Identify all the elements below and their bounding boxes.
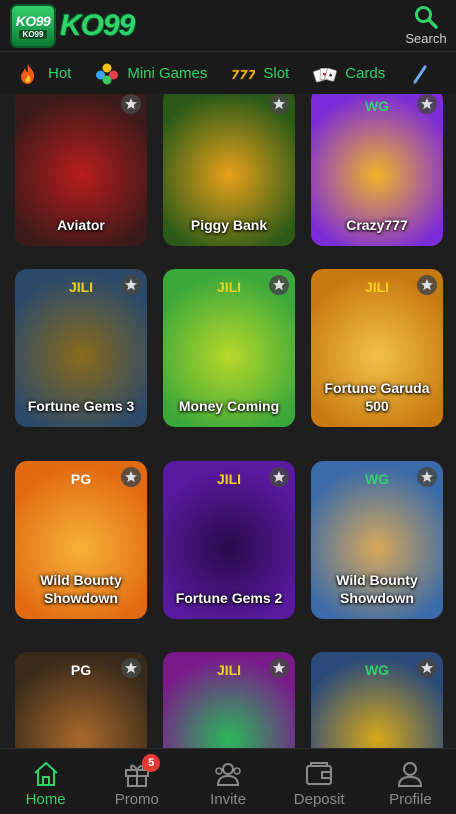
nav-label: Home	[25, 791, 66, 808]
home-icon	[33, 762, 58, 786]
logo-text: KO99	[60, 9, 135, 42]
game-title: Piggy Bank	[190, 217, 268, 233]
favorite-star-button[interactable]	[269, 467, 289, 487]
favorite-star-button[interactable]	[269, 658, 289, 678]
star-icon	[421, 662, 433, 674]
nav-profile[interactable]: Profile	[365, 749, 456, 814]
invite-icon	[215, 763, 241, 786]
tab-label: Mini Games	[127, 65, 208, 82]
star-icon	[273, 662, 285, 674]
header: KO99 KO99 KO99 Search	[0, 0, 456, 52]
svg-text:♠: ♠	[329, 72, 333, 79]
game-title: Aviator	[57, 217, 105, 233]
star-icon	[273, 279, 285, 291]
tab-mini-games[interactable]: Mini Games	[95, 63, 207, 85]
app: KO99 KO99 KO99 Search Hot Mini Games 777…	[0, 0, 456, 814]
tab-more[interactable]	[409, 63, 441, 85]
wallet-icon	[306, 762, 333, 785]
favorite-star-button[interactable]	[417, 275, 437, 295]
game-card[interactable]: JILI Money Coming	[163, 269, 295, 427]
nav-deposit[interactable]: Deposit	[274, 749, 365, 814]
game-card[interactable]: PG	[15, 652, 147, 748]
game-card[interactable]: JILI	[163, 652, 295, 748]
star-icon	[273, 471, 285, 483]
logo-badge-subtext: KO99	[18, 30, 48, 39]
logo[interactable]: KO99 KO99 KO99	[10, 4, 135, 48]
game-card[interactable]: WG	[311, 652, 443, 748]
favorite-star-button[interactable]	[417, 94, 437, 114]
game-grid: Aviator Piggy Bank WG Crazy777 JILI Fortune G…	[0, 94, 456, 748]
nav-invite[interactable]: Invite	[182, 749, 273, 814]
balls-icon	[95, 63, 119, 85]
star-icon	[421, 98, 433, 110]
logo-badge-text: KO99	[15, 13, 51, 29]
game-title: Fortune Gems 3	[27, 398, 135, 414]
game-card[interactable]: JILI Fortune Gems 2	[163, 461, 295, 619]
star-icon	[273, 98, 285, 110]
search-label: Search	[405, 31, 447, 46]
tab-slot[interactable]: 777 Slot	[231, 63, 289, 85]
star-icon	[125, 279, 137, 291]
tab-cards[interactable]: ♥ ♠ Cards	[313, 63, 385, 85]
nav-label: Deposit	[293, 791, 345, 808]
nav-label: Profile	[389, 791, 432, 808]
sport-icon	[409, 63, 433, 85]
favorite-star-button[interactable]	[417, 658, 437, 678]
flame-icon	[16, 63, 40, 85]
bottom-nav: Home 5 Promo Invite Deposit Profile	[0, 748, 456, 814]
svg-text:♥: ♥	[323, 71, 327, 78]
star-icon	[125, 471, 137, 483]
game-title: Wild Bounty Showdown	[336, 572, 418, 606]
search-icon	[415, 6, 438, 29]
promo-badge: 5	[142, 754, 161, 772]
game-card[interactable]: Piggy Bank	[163, 94, 295, 246]
nav-label: Promo	[114, 791, 159, 808]
game-title: Fortune Garuda 500	[324, 380, 430, 414]
tab-label: Slot	[263, 65, 290, 82]
game-card[interactable]: WG Wild Bounty Showdown	[311, 461, 443, 619]
profile-icon	[398, 762, 423, 787]
star-icon	[421, 279, 433, 291]
svg-text:777: 777	[231, 67, 255, 81]
game-title: Money Coming	[178, 398, 280, 414]
cards-icon: ♥ ♠	[313, 63, 338, 85]
slot-777-icon: 777	[231, 63, 255, 85]
favorite-star-button[interactable]	[121, 94, 141, 114]
game-card[interactable]: Aviator	[15, 94, 147, 246]
nav-home[interactable]: Home	[0, 749, 91, 814]
nav-label: Invite	[210, 791, 246, 808]
logo-badge: KO99 KO99	[10, 4, 56, 48]
tab-label: Cards	[345, 65, 386, 82]
favorite-star-button[interactable]	[121, 275, 141, 295]
star-icon	[125, 98, 137, 110]
category-tabs: Hot Mini Games 777 Slot ♥ ♠ Cards	[0, 53, 456, 94]
game-title: Fortune Gems 2	[175, 590, 283, 606]
game-card[interactable]: JILI Fortune Garuda 500	[311, 269, 443, 427]
favorite-star-button[interactable]	[121, 467, 141, 487]
star-icon	[125, 662, 137, 674]
game-card[interactable]: PG Wild Bounty Showdown	[15, 461, 147, 619]
game-card[interactable]: JILI Fortune Gems 3	[15, 269, 147, 427]
favorite-star-button[interactable]	[269, 94, 289, 114]
tab-hot[interactable]: Hot	[16, 63, 71, 85]
favorite-star-button[interactable]	[121, 658, 141, 678]
favorite-star-button[interactable]	[417, 467, 437, 487]
game-title: Crazy777	[346, 217, 408, 233]
game-card[interactable]: WG Crazy777	[311, 94, 443, 246]
search-button[interactable]: Search	[404, 4, 448, 48]
star-icon	[421, 471, 433, 483]
game-title: Wild Bounty Showdown	[40, 572, 122, 606]
nav-promo[interactable]: 5 Promo	[91, 749, 182, 814]
favorite-star-button[interactable]	[269, 275, 289, 295]
tab-label: Hot	[48, 65, 72, 82]
